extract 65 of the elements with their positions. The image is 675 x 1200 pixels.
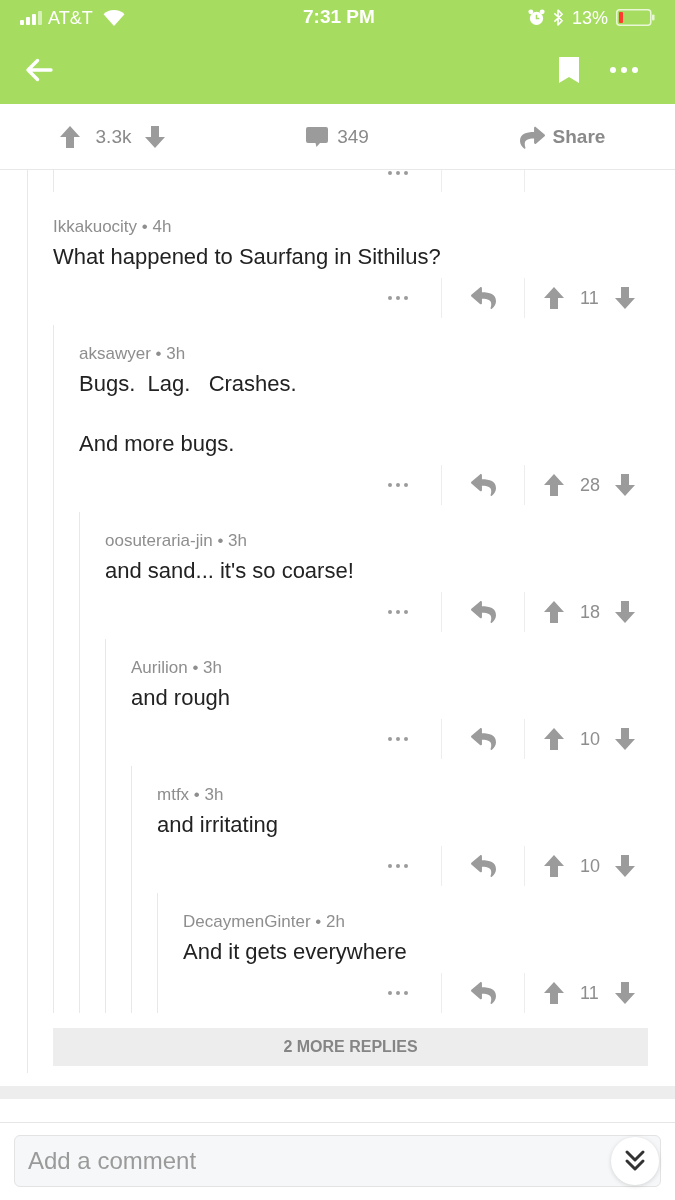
upvote-icon[interactable] bbox=[544, 287, 564, 309]
upvote-icon[interactable] bbox=[544, 601, 564, 623]
bluetooth-icon bbox=[552, 8, 564, 27]
reply-icon[interactable] bbox=[470, 474, 496, 496]
comment-text: And it gets everywhere bbox=[183, 938, 407, 966]
upvote-icon[interactable] bbox=[544, 728, 564, 750]
comment-text: and sand... it's so coarse! bbox=[105, 557, 354, 585]
downvote-icon[interactable] bbox=[615, 855, 636, 877]
share-button[interactable]: Share bbox=[519, 124, 606, 149]
back-arrow-icon[interactable] bbox=[25, 57, 53, 82]
upvote-icon[interactable] bbox=[544, 855, 564, 877]
reply-icon[interactable] bbox=[470, 982, 496, 1004]
downvote-icon[interactable] bbox=[615, 601, 636, 623]
reply-icon[interactable] bbox=[470, 287, 496, 309]
comment-text: And more bugs. bbox=[79, 430, 235, 458]
ellipsis-icon[interactable] bbox=[388, 483, 408, 487]
comment-bubble-icon[interactable] bbox=[306, 125, 329, 148]
vote-count: 18 bbox=[580, 601, 601, 623]
alarm-clock-icon bbox=[527, 9, 545, 26]
battery-percent: 13% bbox=[571, 6, 608, 29]
comment-field[interactable]: Add a comment bbox=[14, 1135, 661, 1187]
bookmark-icon[interactable] bbox=[558, 56, 580, 83]
ellipsis-icon[interactable] bbox=[388, 171, 408, 175]
downvote-icon[interactable] bbox=[145, 125, 166, 148]
reply-icon[interactable] bbox=[470, 601, 496, 623]
ellipsis-icon[interactable] bbox=[388, 610, 408, 614]
comment-count: 349 bbox=[337, 125, 369, 148]
battery-icon bbox=[616, 9, 655, 26]
downvote-icon[interactable] bbox=[615, 474, 636, 496]
downvote-icon[interactable] bbox=[615, 982, 635, 1004]
upvote-icon[interactable] bbox=[59, 125, 80, 148]
comment-byline: Aurilion • 3h bbox=[131, 658, 222, 678]
vote-count: 10 bbox=[580, 855, 601, 877]
vote-count: 11 bbox=[580, 982, 600, 1004]
post-score: 3.3k bbox=[95, 125, 132, 148]
comment-text: Bugs. Lag. Crashes. bbox=[79, 370, 297, 398]
share-arrow-icon bbox=[519, 124, 545, 149]
vote-count: 28 bbox=[580, 474, 601, 496]
wifi-icon bbox=[101, 9, 126, 26]
downvote-icon[interactable] bbox=[615, 287, 635, 309]
vote-count: 10 bbox=[580, 728, 601, 750]
vote-count: 11 bbox=[580, 287, 600, 309]
signal-icon bbox=[20, 10, 43, 25]
ellipsis-icon[interactable] bbox=[388, 864, 408, 868]
upvote-icon[interactable] bbox=[544, 982, 564, 1004]
double-chevron-icon[interactable] bbox=[611, 1137, 659, 1185]
comment-byline: mtfx • 3h bbox=[157, 785, 224, 805]
comment-byline: Ikkakuocity • 4h bbox=[53, 217, 172, 237]
reply-icon[interactable] bbox=[470, 855, 496, 877]
comment-text: and irritating bbox=[157, 811, 279, 839]
upvote-icon[interactable] bbox=[544, 474, 564, 496]
comment-text: What happened to Saurfang in Sithilus? bbox=[53, 243, 441, 271]
more-icon[interactable] bbox=[610, 66, 638, 73]
more-replies-button[interactable]: 2 MORE REPLIES bbox=[53, 1028, 648, 1066]
carrier-name: AT&T bbox=[48, 6, 93, 29]
comment-byline: DecaymenGinter • 2h bbox=[183, 912, 345, 932]
clock-time: 7:31 PM bbox=[303, 6, 375, 28]
ellipsis-icon[interactable] bbox=[388, 737, 408, 741]
downvote-icon[interactable] bbox=[615, 728, 636, 750]
reply-icon[interactable] bbox=[470, 728, 496, 750]
comment-text: and rough bbox=[131, 684, 231, 712]
comment-byline: oosuteraria-jin • 3h bbox=[105, 531, 248, 551]
ellipsis-icon[interactable] bbox=[388, 991, 408, 995]
ellipsis-icon[interactable] bbox=[388, 296, 408, 300]
comment-byline: aksawyer • 3h bbox=[79, 344, 186, 364]
